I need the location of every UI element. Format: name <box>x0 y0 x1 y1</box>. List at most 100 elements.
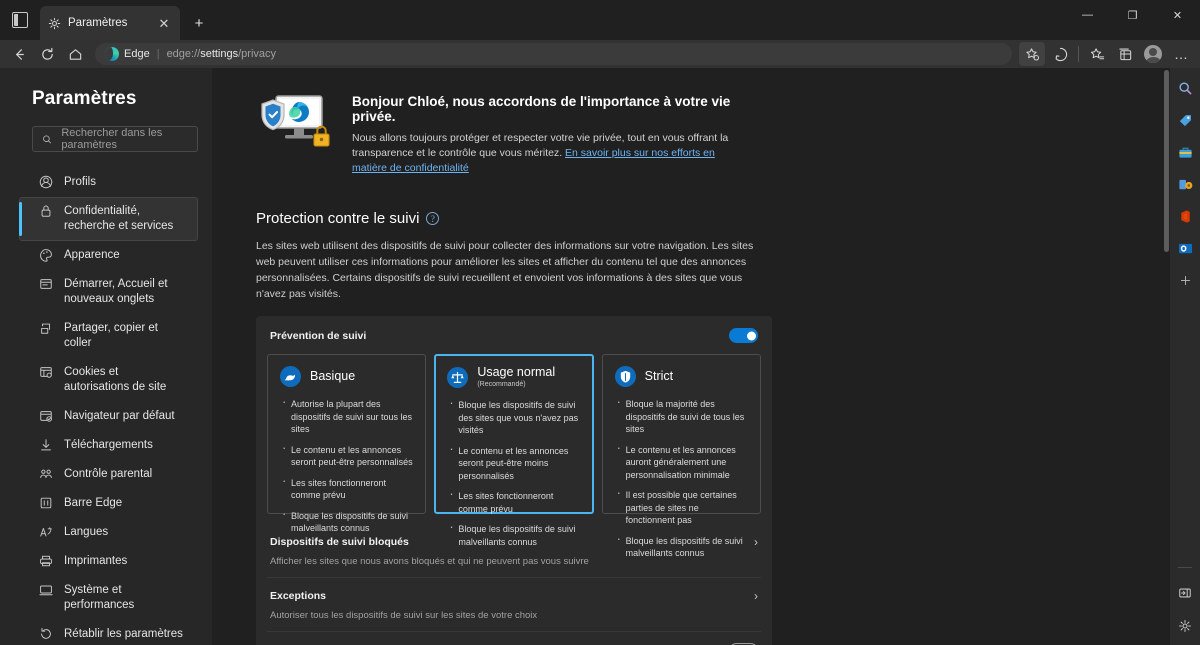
sidebar-item-label: Imprimantes <box>64 555 128 567</box>
address-bar[interactable]: Edge | edge://settings/privacy <box>95 43 1012 65</box>
collections-icon <box>1118 48 1131 60</box>
sidebar-item-label: Cookies et autorisations de site <box>64 366 167 393</box>
favorite-button[interactable] <box>1019 42 1045 66</box>
sidebar-item-12[interactable]: Système et performances <box>19 576 198 620</box>
banner-heading: Bonjour Chloé, nous accordons de l'impor… <box>352 94 731 124</box>
outlook-icon[interactable] <box>1174 237 1196 259</box>
tracking-prevention-card: Prévention de suivi Basique Autorise la p… <box>256 316 772 645</box>
sidebar-item-label: Apparence <box>64 249 120 261</box>
refresh-button[interactable] <box>34 42 60 66</box>
shopping-tag-icon[interactable] <box>1174 109 1196 131</box>
search-icon <box>43 135 52 143</box>
share-icon <box>38 321 53 335</box>
settings-content: Bonjour Chloé, nous accordons de l'impor… <box>212 68 1170 645</box>
tracking-heading-text: Protection contre le suivi <box>256 210 420 227</box>
tab-title: Paramètres <box>68 17 128 29</box>
option-header: Basique <box>280 366 413 387</box>
content-scrollbar[interactable] <box>1163 68 1170 645</box>
settings-nav: Profils Confidentialité, recherche et ser… <box>0 168 212 645</box>
sidebar-item-10[interactable]: Langues <box>19 518 198 547</box>
cookies-icon <box>38 365 53 379</box>
minimize-button[interactable]: — <box>1065 0 1110 30</box>
info-icon[interactable]: ? <box>426 212 440 225</box>
search-settings-input[interactable]: Rechercher dans les paramètres <box>32 126 198 152</box>
option-title: Strict <box>644 369 674 383</box>
reset-icon <box>38 627 53 641</box>
option-title: Basique <box>310 369 356 383</box>
profile-button[interactable] <box>1140 42 1166 66</box>
tracking-section-heading: Protection contre le suivi ? <box>256 210 1170 227</box>
option-bullet: Le contenu et les annonces auront généra… <box>615 442 748 482</box>
search-rail-icon[interactable] <box>1174 77 1196 99</box>
default-browser-icon <box>38 409 53 423</box>
option-title: Usage normal <box>477 365 556 379</box>
sidebar-item-label: Partager, copier et coller <box>64 322 158 349</box>
tab-actions-button[interactable] <box>0 0 40 40</box>
sidebar-item-label: Contrôle parental <box>64 468 153 480</box>
edge-sidebar-rail <box>1170 68 1200 645</box>
browser-essentials-button[interactable] <box>1047 42 1073 66</box>
tracking-option-0[interactable]: Basique Autorise la plupart des dispositi… <box>267 354 427 533</box>
option-header: Usage normal (Recommandé) <box>447 366 580 388</box>
close-window-button[interactable]: ✕ <box>1155 0 1200 30</box>
tools-briefcase-icon[interactable] <box>1174 141 1196 163</box>
sidebar-item-label: Langues <box>64 526 109 538</box>
sidebar-item-3[interactable]: Démarrer, Accueil et nouveaux onglets <box>19 270 198 314</box>
sidebar-item-6[interactable]: Navigateur par défaut <box>19 402 198 431</box>
sidebar-item-7[interactable]: Téléchargements <box>19 431 198 460</box>
refresh-icon <box>41 47 53 60</box>
close-tab-icon[interactable]: ✕ <box>156 15 172 31</box>
option-title-group: Usage normal (Recommandé) <box>477 365 556 389</box>
sidebar-item-4[interactable]: Partager, copier et coller <box>19 314 198 358</box>
add-favorite-button[interactable] <box>1084 42 1110 66</box>
option-subtitle: (Recommandé) <box>477 381 526 388</box>
sidebar-item-label: Confidentialité, recherche et services <box>64 205 174 232</box>
option-bullet: Les sites fonctionneront comme prévu <box>447 488 580 515</box>
more-options-button[interactable]: … <box>1168 42 1194 66</box>
sidebar-item-9[interactable]: Barre Edge <box>19 489 198 518</box>
chevron-right-icon: › <box>754 535 758 549</box>
tracking-option-2[interactable]: Strict Bloque la majorité des dispositifs… <box>601 354 761 558</box>
sidebar-item-0[interactable]: Profils <box>19 168 198 197</box>
scrollbar-thumb[interactable] <box>1164 70 1169 252</box>
sidebar-item-1[interactable]: Confidentialité, recherche et services <box>19 197 198 241</box>
page-title: Paramètres <box>32 88 137 109</box>
sidebar-item-11[interactable]: Imprimantes <box>19 547 198 576</box>
new-tab-button[interactable]: + <box>185 9 213 37</box>
option-bullets: Autorise la plupart des dispositifs de s… <box>280 396 413 535</box>
prevention-toggle[interactable] <box>729 328 758 343</box>
option-bullet: Les sites fonctionneront comme prévu <box>280 475 413 502</box>
back-button[interactable] <box>6 42 32 66</box>
toggle-knob <box>746 331 756 340</box>
option-bullet: Le contenu et les annonces seront peut-ê… <box>280 442 413 469</box>
add-favorite-icon <box>1090 47 1104 59</box>
browser-tab[interactable]: Paramètres ✕ <box>40 6 180 40</box>
omnibox-separator: | <box>156 48 160 60</box>
title-bar: Paramètres ✕ + — ❐ ✕ <box>0 0 1200 40</box>
start-home-icon <box>38 277 53 291</box>
tracking-row-1[interactable]: Exceptions › Autoriser tous les dispositif… <box>267 577 761 631</box>
sidebar-item-13[interactable]: Rétablir les paramètres <box>19 620 198 645</box>
sidebar-toggle-icon[interactable] <box>1174 582 1196 604</box>
sidebar-item-8[interactable]: Contrôle parental <box>19 460 198 489</box>
games-icon[interactable] <box>1174 173 1196 195</box>
sidebar-item-label: Rétablir les paramètres <box>64 628 183 640</box>
sidebar-item-5[interactable]: Cookies et autorisations de site <box>19 358 198 402</box>
home-icon <box>69 48 81 60</box>
rail-bottom-group <box>1174 564 1196 637</box>
banner-body: Nous allons toujours protéger et respect… <box>352 131 752 176</box>
app-body: Paramètres Rechercher dans les paramètre… <box>0 68 1200 645</box>
maximize-button[interactable]: ❐ <box>1110 0 1155 30</box>
office-icon[interactable] <box>1174 205 1196 227</box>
tracking-option-1[interactable]: Usage normal (Recommandé) Bloque les dispo… <box>434 354 594 547</box>
home-button[interactable] <box>62 42 88 66</box>
favorite-star-icon <box>1025 47 1039 61</box>
option-title-group: Strict <box>645 370 673 383</box>
system-icon <box>38 583 53 597</box>
edge-label: Edge <box>124 48 150 60</box>
collections-button[interactable] <box>1112 42 1138 66</box>
settings-gear-icon[interactable] <box>1174 615 1196 637</box>
sidebar-item-label: Téléchargements <box>64 439 153 451</box>
add-rail-icon[interactable] <box>1174 269 1196 291</box>
sidebar-item-2[interactable]: Apparence <box>19 241 198 270</box>
